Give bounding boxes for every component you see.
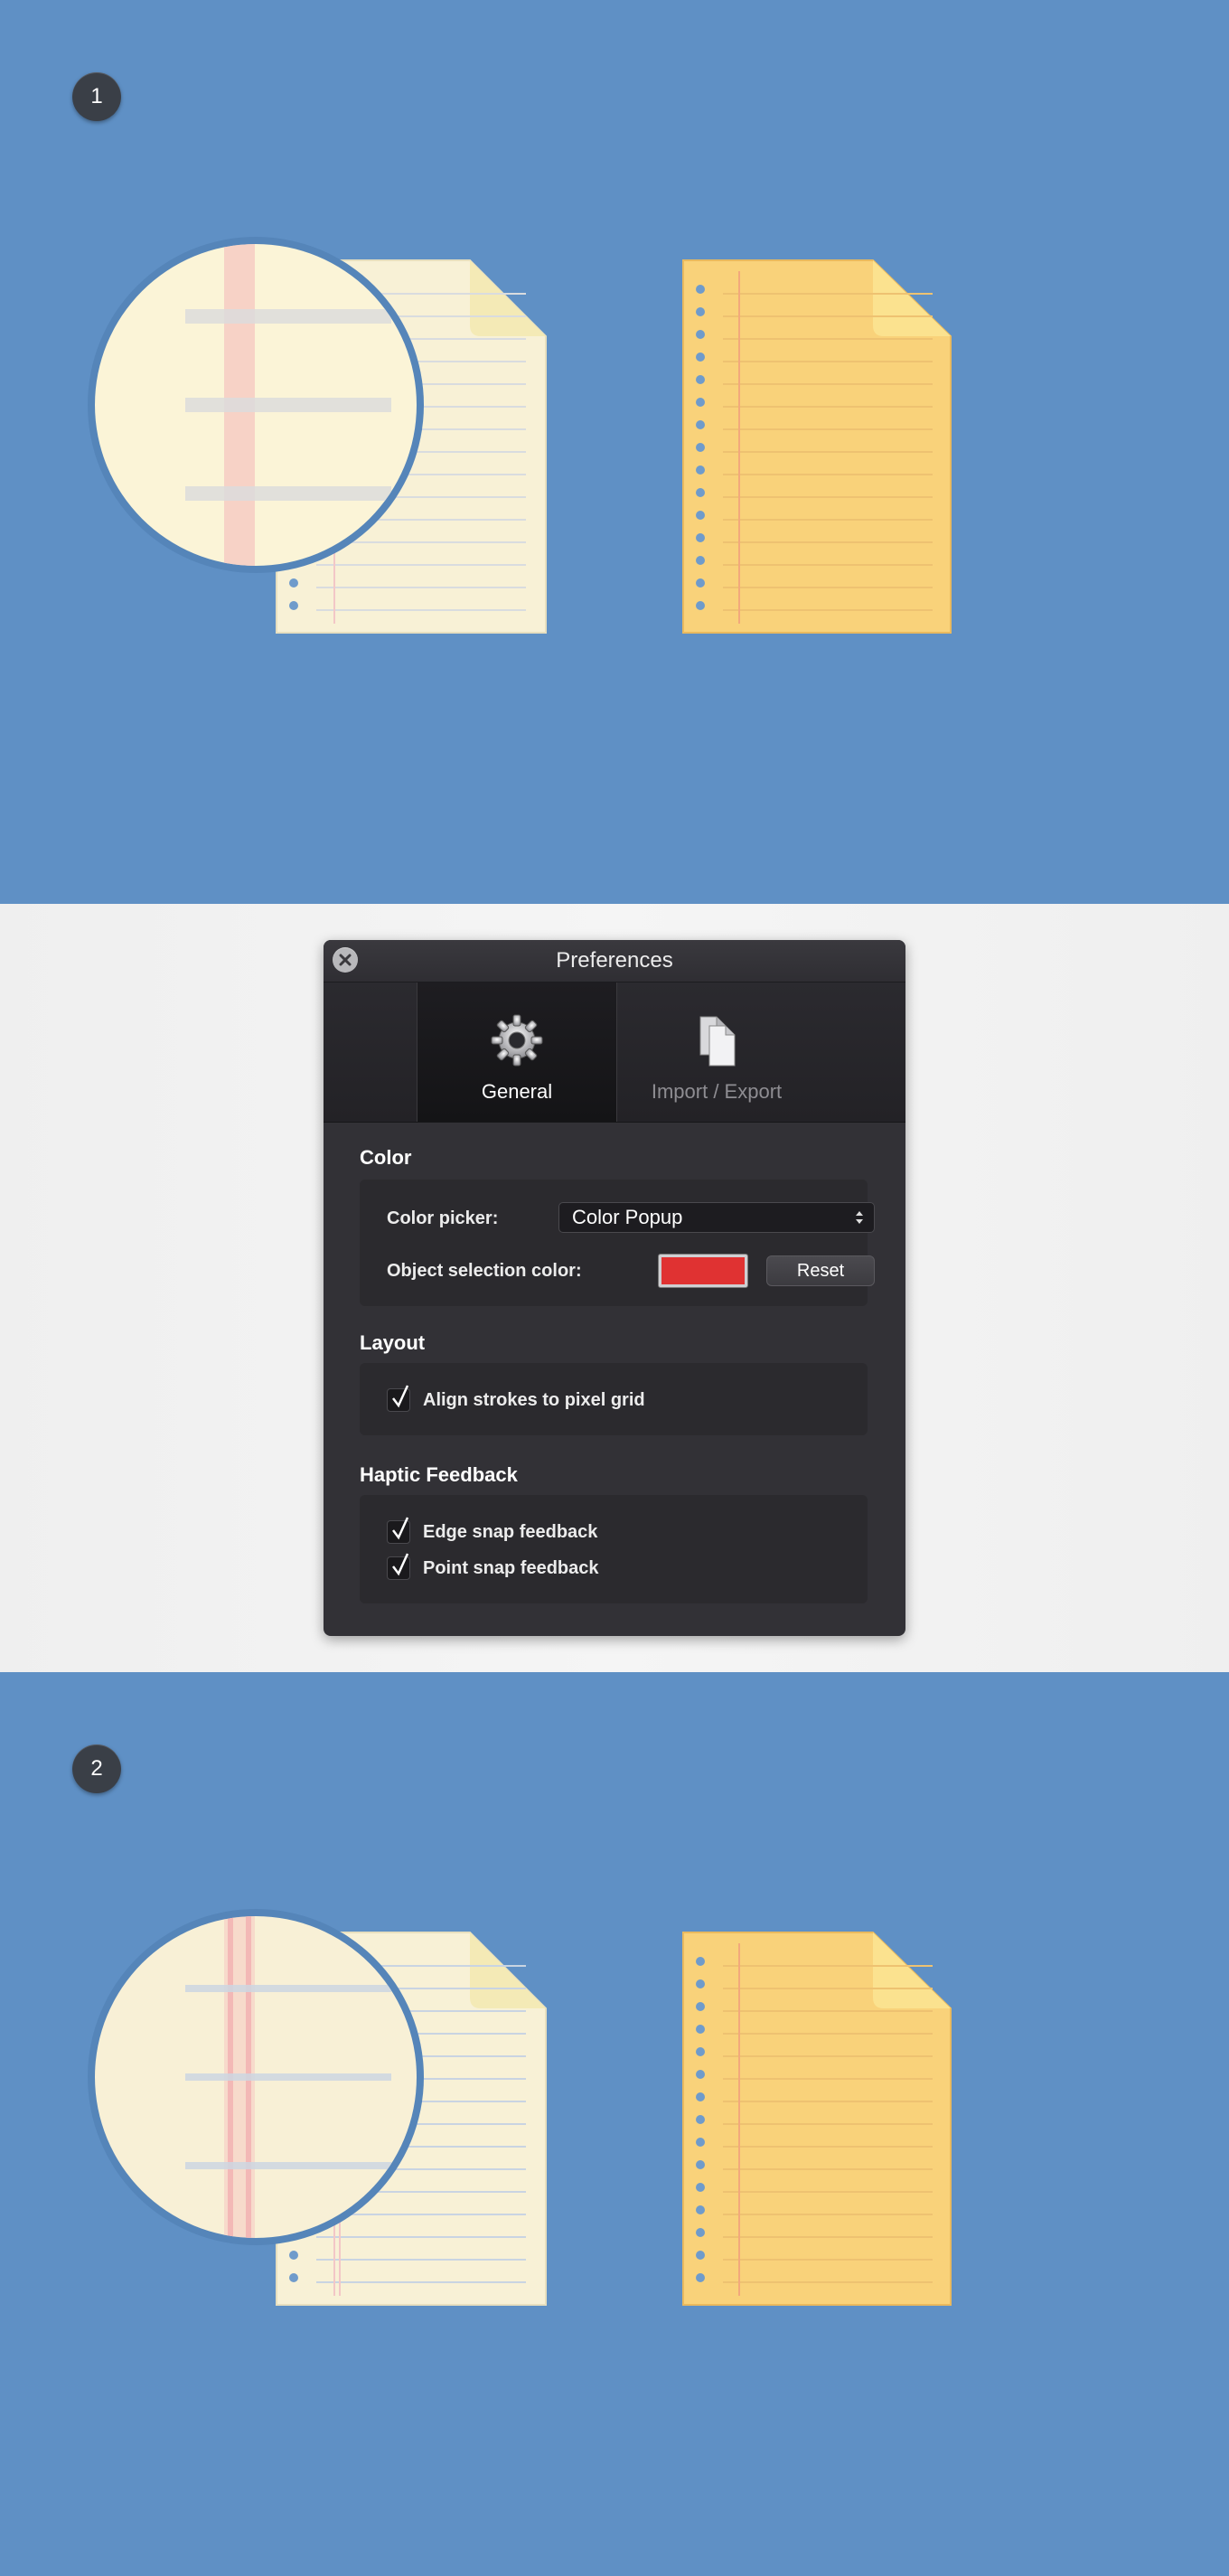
tab-general[interactable]: General	[417, 982, 617, 1122]
selection-color-label: Object selection color:	[387, 1261, 582, 1281]
align-strokes-checkbox[interactable]	[387, 1385, 410, 1412]
haptic-settings-group: Edge snap feedback Point snap feedback	[360, 1495, 868, 1603]
align-strokes-label: Align strokes to pixel grid	[423, 1390, 645, 1410]
preferences-toolbar: General Import / Export	[324, 982, 905, 1123]
title-bar: Preferences	[324, 940, 905, 982]
checkmark-icon	[392, 1553, 409, 1576]
document-icons-illustration	[88, 237, 952, 634]
tab-import-export-label: Import / Export	[651, 1080, 783, 1103]
section-title-layout: Layout	[360, 1331, 426, 1354]
reset-button[interactable]: Reset	[766, 1255, 875, 1286]
tab-import-export[interactable]: Import / Export	[617, 982, 816, 1122]
yellow-document-icon	[682, 1932, 952, 2306]
tab-general-label: General	[481, 1080, 553, 1103]
dialog-title: Preferences	[556, 948, 673, 973]
selection-color-well[interactable]	[658, 1254, 748, 1288]
color-picker-select[interactable]: Color Popup	[558, 1202, 875, 1233]
edge-snap-label: Edge snap feedback	[423, 1522, 598, 1542]
checkmark-icon	[392, 1517, 409, 1540]
point-snap-label: Point snap feedback	[423, 1558, 599, 1578]
point-snap-checkbox[interactable]	[387, 1553, 410, 1580]
section-title-color: Color	[360, 1146, 412, 1169]
layout-settings-group: Align strokes to pixel grid	[360, 1363, 868, 1435]
document-icons-illustration	[88, 1909, 952, 2306]
color-picker-value: Color Popup	[572, 1206, 683, 1228]
step-1-canvas: 1	[0, 0, 1229, 904]
color-settings-group: Color picker: Color Popup Object selecti…	[360, 1180, 875, 1306]
edge-snap-checkbox[interactable]	[387, 1517, 410, 1544]
preferences-dialog: Preferences General Import / Export Colo…	[324, 940, 905, 1636]
documents-icon	[699, 1016, 736, 1067]
gear-icon	[491, 1014, 543, 1067]
checkmark-icon	[392, 1385, 409, 1408]
yellow-document-icon	[682, 259, 952, 634]
select-arrows-icon	[856, 1211, 863, 1224]
selection-color-swatch	[661, 1257, 745, 1284]
color-picker-label: Color picker:	[387, 1208, 499, 1228]
step-2-canvas: 2	[0, 1672, 1229, 2576]
section-title-haptic: Haptic Feedback	[360, 1463, 518, 1486]
